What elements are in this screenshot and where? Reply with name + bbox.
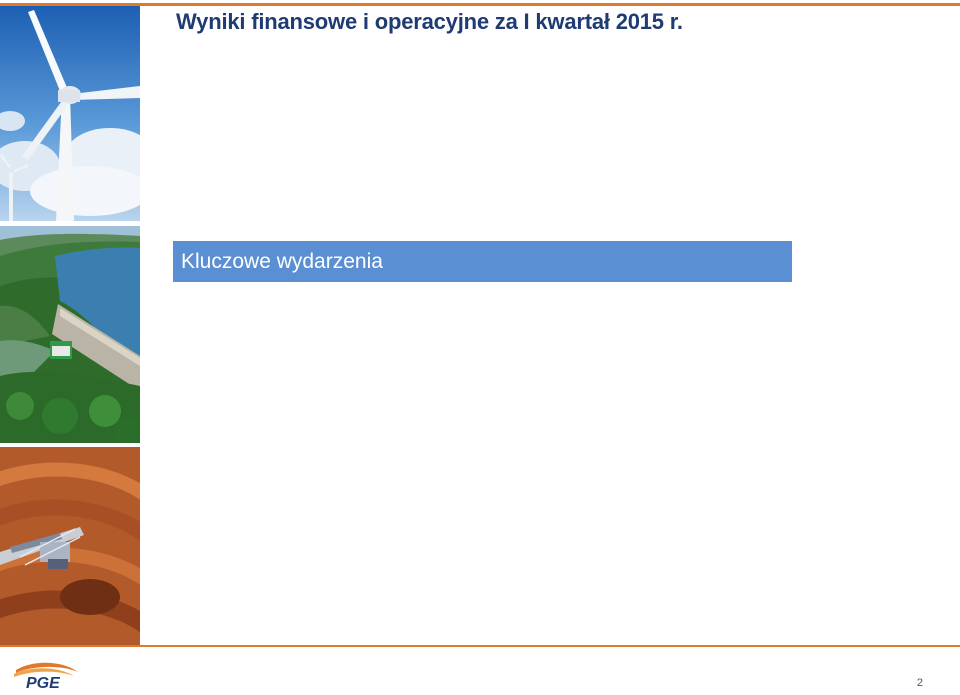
pge-logo: PGE [12, 660, 82, 692]
page-number: 2 [916, 677, 923, 689]
dam-lake-photo [0, 226, 140, 443]
mine-excavator-photo [0, 447, 140, 645]
wind-turbines-photo [0, 6, 140, 221]
top-accent-line [0, 3, 960, 6]
section-header-bar: Kluczowe wydarzenia [173, 241, 792, 282]
section-title: Kluczowe wydarzenia [181, 250, 383, 273]
logo-text: PGE [26, 675, 61, 690]
bottom-accent-line [0, 645, 960, 647]
slide-title: Wyniki finansowe i operacyjne za I kwart… [176, 9, 683, 34]
photo-strip [0, 6, 140, 645]
